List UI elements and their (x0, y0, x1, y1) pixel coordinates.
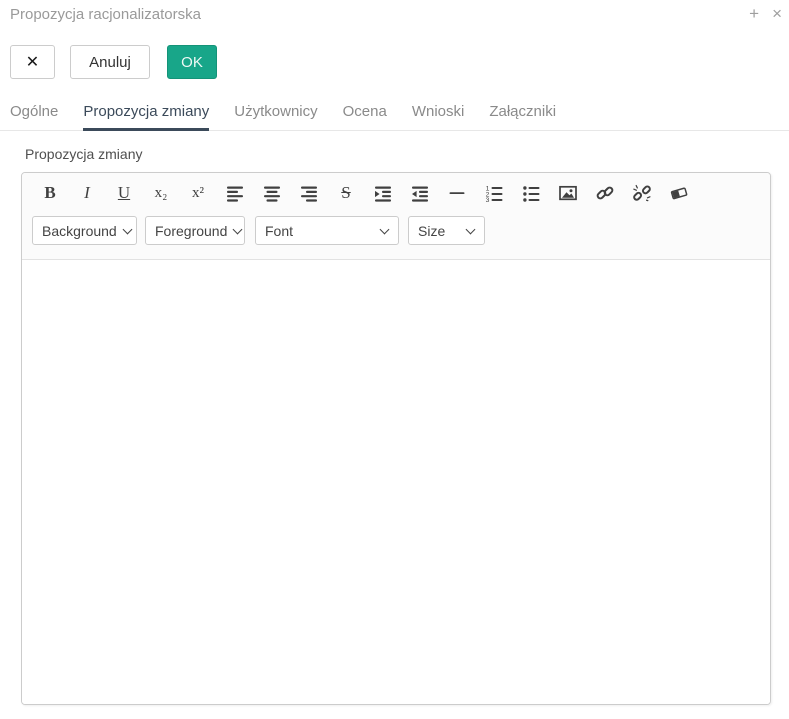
italic-button[interactable]: I (74, 181, 100, 205)
unordered-list-icon (522, 184, 540, 202)
chevron-down-icon (466, 226, 475, 235)
bold-icon: B (44, 183, 55, 203)
link-icon (596, 184, 614, 202)
foreground-color-dropdown[interactable]: Foreground (145, 216, 245, 245)
ok-button[interactable]: OK (167, 45, 217, 79)
tab-ogolne[interactable]: Ogólne (10, 98, 58, 130)
font-dropdown-label: Font (265, 223, 293, 239)
tab-zalaczniki[interactable]: Załączniki (489, 98, 556, 130)
unordered-list-button[interactable] (518, 181, 544, 205)
strikethrough-button[interactable]: S (333, 181, 359, 205)
align-left-icon (226, 184, 244, 202)
align-right-button[interactable] (296, 181, 322, 205)
tab-uzytkownicy[interactable]: Użytkownicy (234, 98, 317, 130)
chevron-down-icon (233, 226, 242, 235)
superscript-icon: x² (192, 185, 204, 202)
eraser-button[interactable] (666, 181, 692, 205)
chevron-down-icon (123, 226, 132, 235)
cancel-button[interactable]: Anuluj (70, 45, 150, 79)
indent-button[interactable] (370, 181, 396, 205)
horizontal-rule-icon (448, 184, 466, 202)
align-right-icon (300, 184, 318, 202)
outdent-icon (411, 184, 429, 202)
window-controls: + × (749, 4, 782, 24)
font-family-dropdown[interactable]: Font (255, 216, 399, 245)
rich-text-editor: B I U x₂ x² S (21, 172, 771, 705)
outdent-button[interactable] (407, 181, 433, 205)
unlink-icon (633, 184, 651, 202)
chevron-down-icon (380, 226, 389, 235)
font-size-dropdown[interactable]: Size (408, 216, 485, 245)
toolbar-dropdown-row: Background Foreground Font Size (32, 216, 758, 245)
background-color-dropdown[interactable]: Background (32, 216, 137, 245)
plus-icon[interactable]: + (749, 4, 759, 24)
ordered-list-button[interactable]: 123 (481, 181, 507, 205)
align-center-button[interactable] (259, 181, 285, 205)
strikethrough-icon: S (341, 183, 350, 203)
page-title: Propozycja racjonalizatorska (10, 6, 201, 23)
background-dropdown-label: Background (42, 223, 117, 239)
ordered-list-icon: 123 (485, 184, 503, 202)
subscript-icon: x₂ (155, 185, 168, 202)
close-icon[interactable]: × (772, 4, 782, 24)
tab-bar: Ogólne Propozycja zmiany Użytkownicy Oce… (0, 98, 789, 131)
editor-field-label: Propozycja zmiany (25, 146, 143, 162)
size-dropdown-label: Size (418, 223, 445, 239)
editor-toolbar: B I U x₂ x² S (22, 173, 770, 260)
align-left-button[interactable] (222, 181, 248, 205)
foreground-dropdown-label: Foreground (155, 223, 227, 239)
unlink-button[interactable] (629, 181, 655, 205)
tab-wnioski[interactable]: Wnioski (412, 98, 465, 130)
close-button[interactable]: ✕ (10, 45, 55, 79)
image-icon (559, 184, 577, 202)
subscript-button[interactable]: x₂ (148, 181, 174, 205)
eraser-icon (670, 184, 688, 202)
horizontal-rule-button[interactable] (444, 181, 470, 205)
underline-button[interactable]: U (111, 181, 137, 205)
superscript-button[interactable]: x² (185, 181, 211, 205)
action-bar: ✕ Anuluj OK (10, 45, 217, 79)
bold-button[interactable]: B (37, 181, 63, 205)
image-button[interactable] (555, 181, 581, 205)
tab-ocena[interactable]: Ocena (343, 98, 387, 130)
titlebar: Propozycja racjonalizatorska + × (0, 0, 789, 32)
align-center-icon (263, 184, 281, 202)
editor-content[interactable] (22, 260, 770, 704)
link-button[interactable] (592, 181, 618, 205)
tab-propozycja-zmiany[interactable]: Propozycja zmiany (83, 98, 209, 130)
underline-icon: U (118, 183, 130, 203)
svg-text:3: 3 (486, 197, 490, 202)
toolbar-format-row: B I U x₂ x² S (37, 181, 758, 205)
indent-icon (374, 184, 392, 202)
italic-icon: I (84, 183, 90, 203)
